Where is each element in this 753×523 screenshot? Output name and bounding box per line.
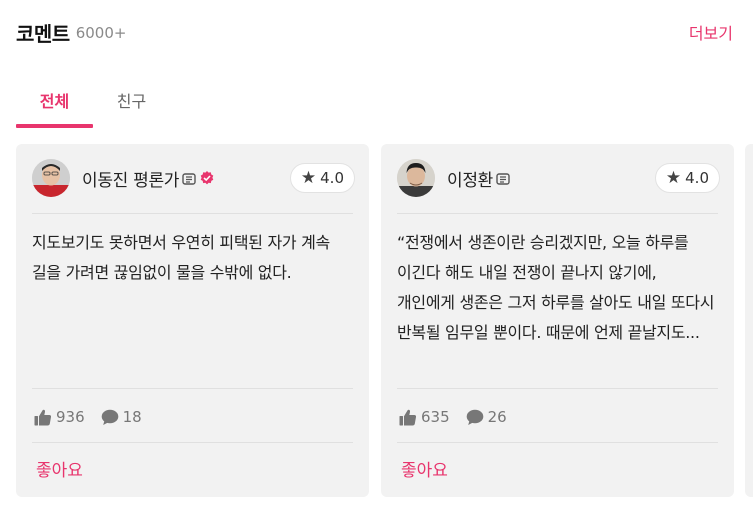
thumbs-up-icon [34, 409, 52, 425]
speech-bubble-icon [101, 409, 118, 425]
like-button[interactable]: 좋아요 [36, 456, 83, 481]
star-icon: ★ [665, 168, 682, 188]
likes-stat: 936 [34, 408, 85, 426]
comment-card[interactable]: 이동진 평론가 ★ 4.0 지도보기도 못하면서 우연히 피택된 자가 계속 길… [16, 144, 369, 497]
rating-value: 4.0 [685, 169, 709, 187]
comment-text[interactable]: 지도보기도 못하면서 우연히 피택된 자가 계속 길을 가려면 끊임없이 물을 … [32, 228, 353, 288]
watcha-badge-icon [182, 171, 196, 185]
rating-badge: ★ 4.0 [289, 163, 355, 193]
tab-friends-label: 친구 [116, 92, 147, 111]
comment-text[interactable]: “전쟁에서 생존이란 승리겠지만, 오늘 하루를 이긴다 해도 내일 전쟁이 끝… [397, 228, 718, 348]
likes-count: 936 [56, 408, 85, 426]
comment-tabs: 전체 친구 [16, 78, 753, 128]
replies-count: 26 [487, 408, 507, 426]
rating-value: 4.0 [320, 169, 344, 187]
replies-stat: 18 [101, 408, 142, 426]
tab-all[interactable]: 전체 [16, 78, 93, 128]
comment-stats: 635 26 [399, 402, 523, 432]
tab-friends[interactable]: 친구 [93, 78, 170, 128]
replies-stat: 26 [466, 408, 507, 426]
thumbs-up-icon [399, 409, 417, 425]
star-icon: ★ [300, 168, 317, 188]
verified-check-icon [199, 170, 215, 186]
divider [32, 442, 353, 443]
author-name[interactable]: 이동진 평론가 [82, 166, 179, 191]
comment-card-header: 이정환 ★ 4.0 [397, 158, 720, 198]
comment-stats: 936 18 [34, 402, 158, 432]
divider [32, 213, 353, 214]
watcha-badge-icon [496, 171, 510, 185]
comment-card[interactable]: 이정환 ★ 4.0 “전쟁에서 생존이란 승리겠지만, 오늘 하루를 이긴다 해… [381, 144, 734, 497]
tab-all-label: 전체 [39, 92, 70, 111]
likes-count: 635 [421, 408, 450, 426]
divider [397, 442, 718, 443]
rating-badge: ★ 4.0 [654, 163, 720, 193]
replies-count: 18 [122, 408, 142, 426]
likes-stat: 635 [399, 408, 450, 426]
divider [32, 388, 353, 389]
active-tab-indicator [16, 124, 93, 128]
avatar[interactable] [32, 159, 70, 197]
comment-count: 6000+ [75, 24, 127, 42]
more-link[interactable]: 더보기 [689, 20, 733, 44]
like-button[interactable]: 좋아요 [401, 456, 448, 481]
divider [397, 213, 718, 214]
section-title: 코멘트 [16, 21, 70, 46]
comments-header: 코멘트 6000+ 더보기 [16, 16, 733, 48]
comment-card-header: 이동진 평론가 ★ 4.0 [32, 158, 355, 198]
comment-card-partial[interactable] [745, 144, 753, 497]
divider [397, 388, 718, 389]
author-name[interactable]: 이정환 [447, 166, 493, 191]
avatar[interactable] [397, 159, 435, 197]
speech-bubble-icon [466, 409, 483, 425]
